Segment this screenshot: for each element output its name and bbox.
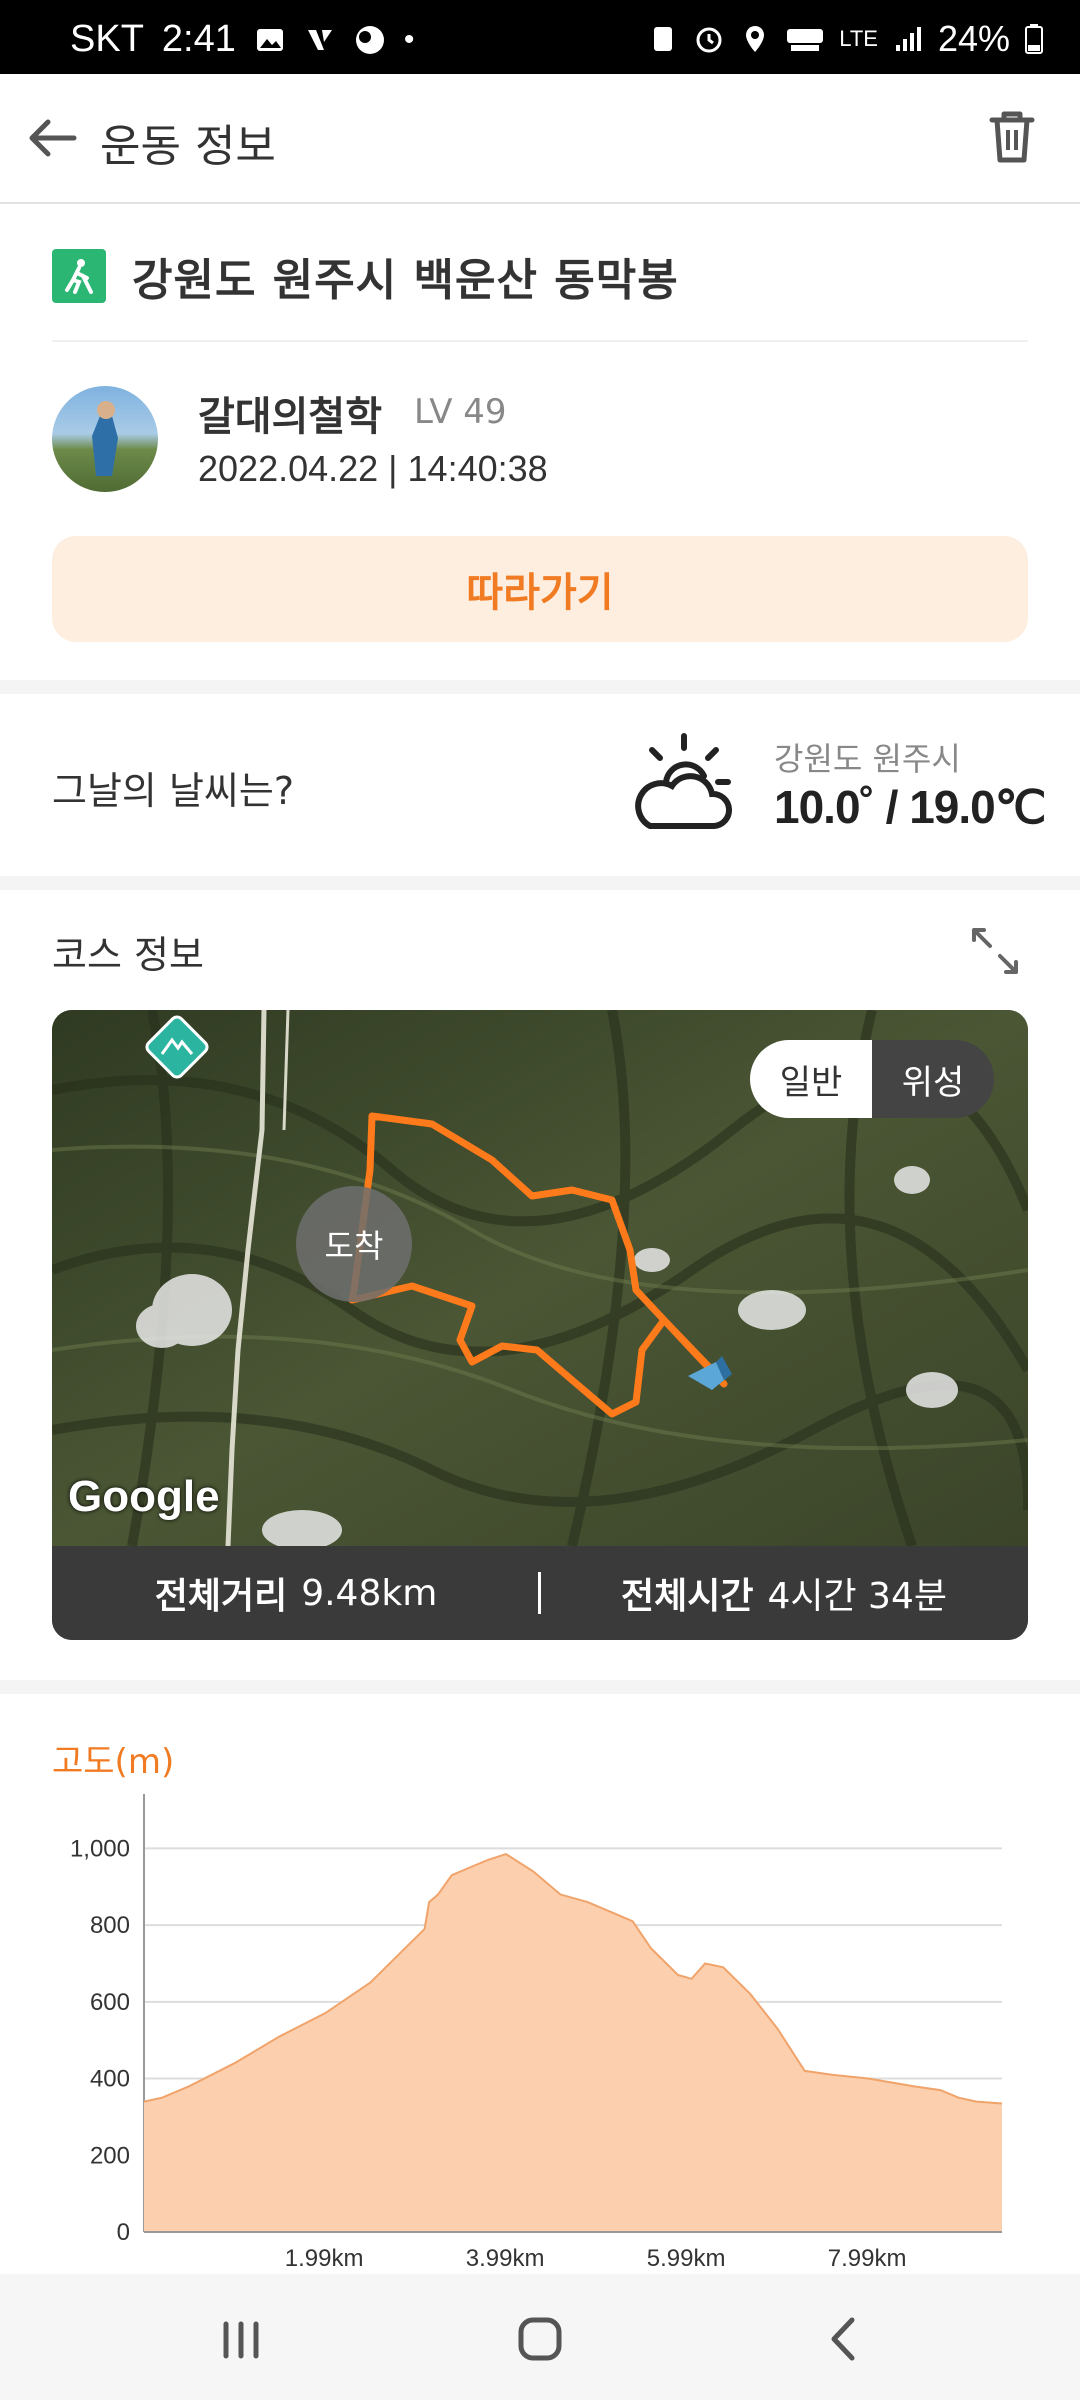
status-time: 2:41 <box>161 18 236 60</box>
time-label: 전체시간 <box>620 1576 754 1617</box>
gallery-icon <box>256 28 283 51</box>
map-type-satellite[interactable]: 위성 <box>872 1040 994 1118</box>
course-title: 코스 정보 <box>52 933 204 977</box>
y-tick-label: 800 <box>90 1912 130 1939</box>
moon-icon <box>355 25 384 54</box>
battery-percent: 24% <box>937 18 1010 59</box>
course-summary-bar: 전체거리 9.48km 전체시간 4시간 34분 <box>52 1546 1028 1640</box>
y-tick-label: 400 <box>90 2066 130 2093</box>
carrier-label: SKT <box>70 18 144 60</box>
alarm-icon <box>696 27 722 53</box>
x-tick-label: 3.99km <box>466 2245 545 2272</box>
partly-cloudy-icon <box>635 733 732 829</box>
google-logo: Google <box>68 1472 220 1521</box>
app-notification-icon <box>307 29 332 50</box>
total-time: 전체시간 4시간 34분 <box>540 1567 1028 1619</box>
avatar[interactable] <box>52 386 158 492</box>
follow-button[interactable]: 따라가기 <box>52 536 1028 642</box>
time-value: 4시간 34분 <box>767 1576 947 1617</box>
x-tick-label: 1.99km <box>285 2245 364 2272</box>
arrival-marker: 도착 <box>296 1186 412 1302</box>
map-type-normal[interactable]: 일반 <box>750 1040 872 1118</box>
trash-icon[interactable] <box>980 104 1044 168</box>
x-tick-label: 5.99km <box>647 2245 726 2272</box>
status-bar: SKT 2:41 • LTE 24% <box>0 0 1080 74</box>
weather-temperature: 10.0˚ / 19.0℃ <box>774 781 1046 833</box>
distance-label: 전체거리 <box>154 1576 288 1617</box>
location-header: 강원도 원주시 백운산 동막봉 <box>52 244 679 308</box>
location-pin-icon <box>746 26 765 52</box>
more-notifications-dot: • <box>403 22 415 56</box>
total-distance: 전체거리 9.48km <box>52 1567 540 1619</box>
battery-icon <box>1025 24 1043 54</box>
summary-divider <box>538 1572 541 1614</box>
altitude-area <box>144 1854 1002 2232</box>
recycle-icon <box>654 27 673 51</box>
section-divider <box>0 1680 1080 1694</box>
expand-icon[interactable] <box>968 924 1022 978</box>
recent-apps-icon[interactable] <box>206 2304 276 2374</box>
distance-value: 9.48km <box>301 1572 438 1614</box>
page-title: 운동 정보 <box>100 121 276 172</box>
course-map[interactable]: 일반 위성 도착 Google 전체거리 9.48km 전체시간 4시간 34분 <box>52 1010 1028 1640</box>
y-tick-label: 1,000 <box>70 1835 130 1862</box>
section-divider <box>0 680 1080 694</box>
home-icon[interactable] <box>505 2304 575 2374</box>
back-arrow-icon[interactable] <box>22 108 82 168</box>
altitude-title: 고도(m) <box>52 1742 175 1782</box>
map-type-toggle[interactable]: 일반 위성 <box>750 1040 994 1118</box>
hiking-icon <box>52 249 106 303</box>
section-divider <box>0 876 1080 890</box>
system-nav-bar <box>0 2274 1080 2400</box>
user-name[interactable]: 갈대의철학 <box>198 384 382 442</box>
network-type: LTE <box>839 26 878 51</box>
x-tick-label: 7.99km <box>828 2245 907 2272</box>
user-level: LV 49 <box>414 392 507 432</box>
hd-voice-icon <box>787 29 824 51</box>
y-tick-label: 600 <box>90 1989 130 2016</box>
y-tick-label: 200 <box>90 2142 130 2169</box>
location-title: 강원도 원주시 백운산 동막봉 <box>132 255 679 306</box>
y-tick-label: 0 <box>117 2219 130 2246</box>
back-icon[interactable] <box>810 2304 880 2374</box>
activity-datetime: 2022.04.22 | 14:40:38 <box>198 448 548 489</box>
divider <box>52 340 1028 342</box>
altitude-chart: 0 200 400 600 800 1,000 1.99km 3.99km 5.99km 7.99… <box>70 1794 1003 2272</box>
weather-location: 강원도 원주시 <box>774 740 961 778</box>
signal-icon <box>895 27 921 51</box>
app-bar: 운동 정보 <box>0 74 1080 204</box>
weather-question: 그날의 날씨는? <box>52 769 295 813</box>
